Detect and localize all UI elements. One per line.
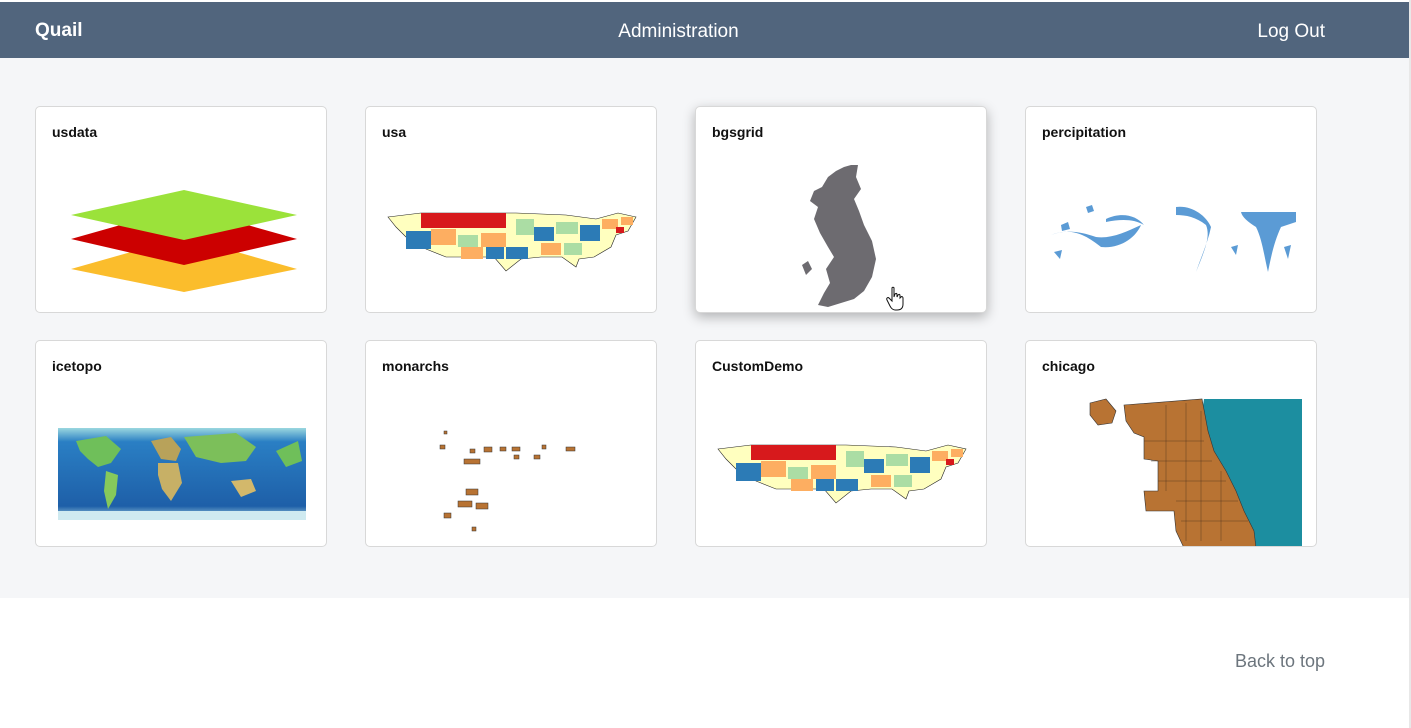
map-card-chicago[interactable]: chicago (1025, 340, 1317, 547)
map-card-customdemo[interactable]: CustomDemo (695, 340, 987, 547)
us-map-thumbnail (387, 212, 637, 272)
map-card-usa[interactable]: usa (365, 106, 657, 313)
map-card-usdata[interactable]: usdata (35, 106, 327, 313)
logout-link[interactable]: Log Out (1257, 21, 1325, 43)
card-title: usa (382, 124, 407, 140)
map-card-monarchs[interactable]: monarchs (365, 340, 657, 547)
map-card-icetopo[interactable]: icetopo (35, 340, 327, 547)
card-title: chicago (1042, 358, 1095, 374)
card-title: CustomDemo (712, 358, 804, 374)
hand-cursor-icon (886, 286, 904, 311)
card-title: monarchs (382, 358, 449, 374)
card-title: percipitation (1042, 124, 1127, 140)
card-title: usdata (52, 124, 98, 140)
map-card-bgsgrid[interactable]: bgsgrid (695, 106, 987, 313)
map-card-percipitation[interactable]: percipitation (1025, 106, 1317, 313)
top-navbar: Quail Administration Log Out (0, 2, 1411, 58)
card-title: bgsgrid (712, 124, 764, 140)
administration-link[interactable]: Administration (0, 21, 1357, 43)
back-to-top-link[interactable]: Back to top (1235, 651, 1325, 672)
card-title: icetopo (52, 358, 102, 374)
main-content: usdata usa bgsgrid percipitation icetopo… (0, 58, 1409, 598)
